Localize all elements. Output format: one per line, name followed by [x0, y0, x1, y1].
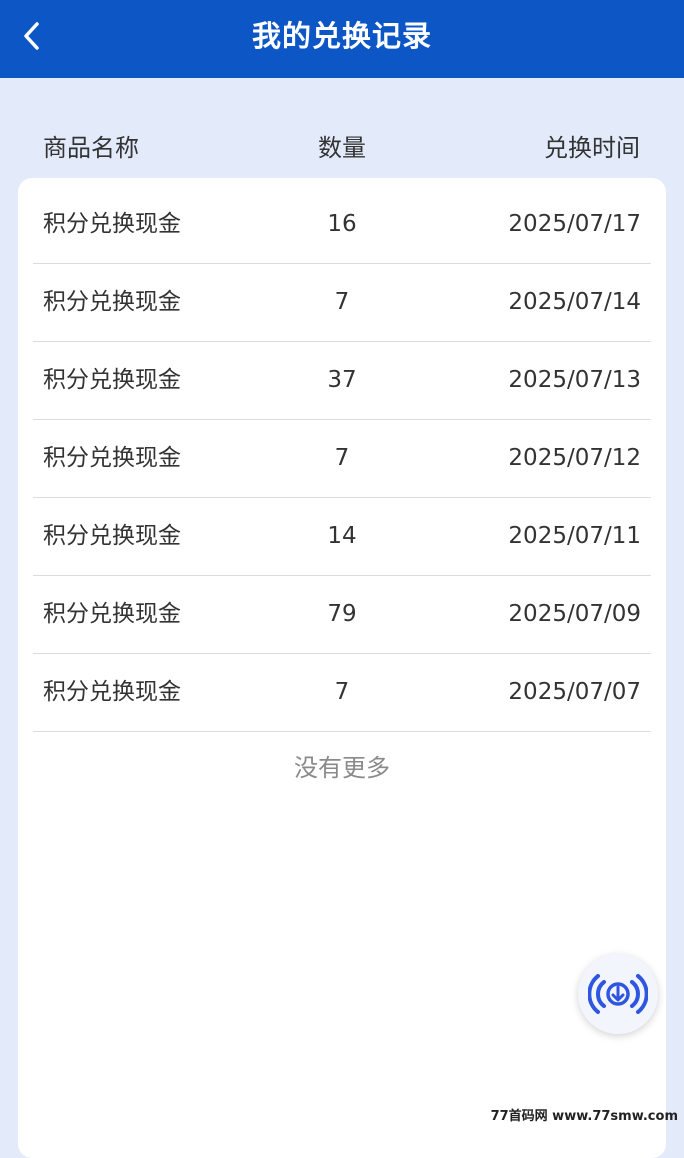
top-nav-bar: 我的兑换记录 — [0, 0, 684, 78]
watermark-text: 77首码网 www.77smw.com — [490, 1109, 678, 1124]
table-row: 积分兑换现金 7 2025/07/07 — [33, 654, 651, 732]
record-name: 积分兑换现金 — [43, 601, 181, 627]
record-time: 2025/07/12 — [508, 445, 641, 471]
column-header-time: 兑换时间 — [544, 134, 640, 162]
table-row: 积分兑换现金 7 2025/07/12 — [33, 420, 651, 498]
record-time: 2025/07/14 — [508, 289, 641, 315]
record-name: 积分兑换现金 — [43, 367, 181, 393]
record-time: 2025/07/09 — [508, 601, 641, 627]
record-quantity: 7 — [334, 445, 350, 471]
record-name: 积分兑换现金 — [43, 289, 181, 315]
record-time: 2025/07/13 — [508, 367, 641, 393]
column-header-quantity: 数量 — [318, 134, 366, 162]
column-header-name: 商品名称 — [43, 134, 139, 162]
table-row: 积分兑换现金 79 2025/07/09 — [33, 576, 651, 654]
record-name: 积分兑换现金 — [43, 445, 181, 471]
table-row: 积分兑换现金 7 2025/07/14 — [33, 264, 651, 342]
record-quantity: 16 — [327, 211, 357, 237]
record-name: 积分兑换现金 — [43, 523, 181, 549]
record-quantity: 37 — [327, 367, 357, 393]
download-broadcast-icon — [588, 974, 648, 1014]
record-quantity: 7 — [334, 289, 350, 315]
page-title: 我的兑换记录 — [251, 19, 432, 53]
record-quantity: 79 — [327, 601, 357, 627]
floating-download-button[interactable] — [578, 954, 658, 1034]
record-quantity: 14 — [327, 523, 357, 549]
record-time: 2025/07/11 — [508, 523, 641, 549]
record-quantity: 7 — [334, 679, 350, 705]
record-time: 2025/07/17 — [508, 211, 641, 237]
table-row: 积分兑换现金 14 2025/07/11 — [33, 498, 651, 576]
records-card: 积分兑换现金 16 2025/07/17 积分兑换现金 7 2025/07/14… — [18, 178, 666, 1158]
record-name: 积分兑换现金 — [43, 679, 181, 705]
records-list: 积分兑换现金 16 2025/07/17 积分兑换现金 7 2025/07/14… — [33, 186, 651, 732]
table-row: 积分兑换现金 16 2025/07/17 — [33, 186, 651, 264]
record-time: 2025/07/07 — [508, 679, 641, 705]
table-row: 积分兑换现金 37 2025/07/13 — [33, 342, 651, 420]
table-header: 商品名称 数量 兑换时间 — [0, 118, 684, 174]
record-name: 积分兑换现金 — [43, 211, 181, 237]
no-more-text: 没有更多 — [294, 754, 390, 782]
